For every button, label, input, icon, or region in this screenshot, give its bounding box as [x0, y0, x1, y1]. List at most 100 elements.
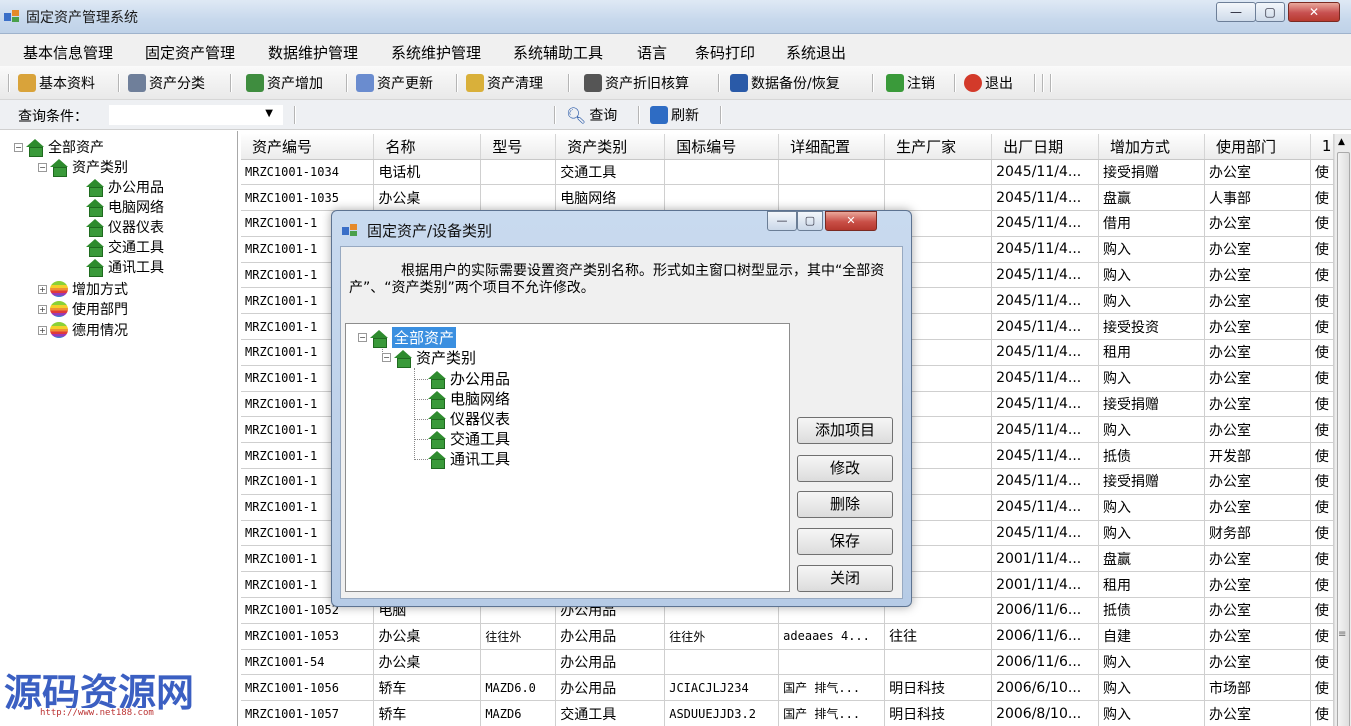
dialog-tree-item[interactable]: 通讯工具: [428, 448, 510, 469]
tree-node-telecom[interactable]: 通讯工具: [86, 257, 164, 277]
collapse-icon[interactable]: −: [38, 162, 47, 172]
tree-node-instruments[interactable]: 仪器仪表: [86, 217, 164, 237]
save-button[interactable]: 保存: [797, 528, 893, 555]
table-cell: 财务部: [1204, 520, 1311, 547]
toolbar-depreciation-label: 资产折旧核算: [605, 76, 689, 92]
close-dialog-button[interactable]: 关闭: [797, 565, 893, 592]
table-cell: 办公室: [1204, 391, 1311, 418]
column-header[interactable]: 国标编号: [664, 134, 780, 160]
query-condition-combo[interactable]: ▼: [108, 104, 284, 126]
column-header[interactable]: 详细配置: [778, 134, 886, 160]
tree-node-category[interactable]: − 资产类别: [38, 157, 128, 177]
column-header[interactable]: 型号: [480, 134, 557, 160]
house-icon: [428, 390, 446, 409]
table-cell: 盘赢: [1098, 545, 1205, 573]
toolbar-asset-add-button[interactable]: 资产增加: [246, 72, 323, 94]
menu-system-tools[interactable]: 系统辅助工具: [513, 42, 603, 63]
table-cell: 使: [1310, 416, 1334, 444]
toolbar-asset-clear-button[interactable]: 资产清理: [466, 72, 543, 94]
scroll-up-icon[interactable]: ▲: [1338, 137, 1345, 147]
tree-node-label: 电脑网络: [108, 200, 164, 216]
people-icon: [18, 74, 36, 92]
dialog-tree-item[interactable]: 仪器仪表: [428, 408, 510, 429]
menu-language[interactable]: 语言: [637, 42, 667, 63]
column-header[interactable]: 资产编号: [241, 134, 375, 160]
column-header[interactable]: 1: [1310, 134, 1334, 160]
menu-data-maint[interactable]: 数据维护管理: [268, 42, 358, 63]
collapse-icon[interactable]: −: [382, 353, 391, 362]
house-icon: [428, 370, 446, 389]
toolbar-asset-category-label: 资产分类: [149, 76, 205, 92]
maximize-button[interactable]: ▢: [1255, 2, 1285, 22]
table-cell: 办公室: [1204, 339, 1311, 366]
search-button[interactable]: 🔍︎ 查询: [566, 105, 617, 125]
table-row[interactable]: MRZC1001-1056 轿车 MAZD6.0 办公用品 JCIACJLJ234 国产 …: [241, 674, 1334, 702]
menu-barcode-print[interactable]: 条码打印: [695, 42, 755, 63]
table-cell: 接受投资: [1098, 313, 1205, 341]
toolbar-exit-button[interactable]: 退出: [964, 72, 1013, 94]
dialog-minimize-button[interactable]: —: [767, 211, 797, 231]
tree-node-add-method[interactable]: + 增加方式: [38, 279, 128, 299]
dialog-category-tree[interactable]: − 全部资产 − 资产类别 办公用品 电脑网络 仪器仪表 交通工具 通讯工具: [345, 323, 790, 592]
column-header[interactable]: 资产类别: [555, 134, 666, 160]
dialog-tree-root[interactable]: − 全部资产: [358, 327, 457, 348]
tree-node-computer-network[interactable]: 电脑网络: [86, 197, 164, 217]
column-header[interactable]: 出厂日期: [991, 134, 1100, 160]
table-row[interactable]: MRZC1001-1057 轿车 MAZD6 交通工具 ASDUUEJJD3.2 国产 排…: [241, 700, 1334, 726]
table-cell: 电话机: [373, 159, 482, 186]
expand-icon[interactable]: +: [38, 284, 47, 294]
tree-node-root[interactable]: − 全部资产: [14, 137, 104, 157]
toolbar-asset-update-button[interactable]: 资产更新: [356, 72, 433, 94]
modify-button[interactable]: 修改: [797, 455, 893, 482]
minimize-button[interactable]: —: [1216, 2, 1256, 22]
table-cell: MRZC1001-54: [241, 649, 375, 676]
dialog-tree-item[interactable]: 电脑网络: [428, 388, 510, 409]
toolbar-separator: [954, 74, 956, 92]
table-cell: 使: [1310, 365, 1334, 392]
dialog-tree-item[interactable]: 交通工具: [428, 428, 510, 449]
refresh-button[interactable]: 刷新: [650, 105, 699, 125]
column-header[interactable]: 增加方式: [1098, 134, 1205, 160]
gear-icon: [128, 74, 146, 92]
toolbar-depreciation-button[interactable]: 资产折旧核算: [584, 72, 689, 94]
dialog-close-button[interactable]: ✕: [825, 211, 877, 231]
dialog-tree-category[interactable]: − 资产类别: [382, 347, 476, 368]
close-button[interactable]: ✕: [1288, 2, 1340, 22]
table-row[interactable]: MRZC1001-1035 办公桌 电脑网络 2045/11/4... 盘赢 人事部使: [241, 184, 1334, 212]
table-cell: 购入: [1098, 520, 1205, 547]
table-row[interactable]: MRZC1001-1053 办公桌 往往外 办公用品 往往外 adeaaes 4... 往往…: [241, 623, 1334, 650]
column-header[interactable]: 名称: [373, 134, 482, 160]
toolbar-asset-category-button[interactable]: 资产分类: [128, 72, 205, 94]
column-header[interactable]: 使用部门: [1204, 134, 1311, 160]
toolbar-logout-button[interactable]: 注销: [886, 72, 935, 94]
dialog-tree-item[interactable]: 办公用品: [428, 368, 510, 389]
table-cell: 使: [1310, 597, 1334, 624]
menu-basic-info[interactable]: 基本信息管理: [23, 42, 113, 63]
delete-button[interactable]: 删除: [797, 491, 893, 518]
expand-icon[interactable]: +: [38, 304, 47, 314]
menu-asset-mgmt[interactable]: 固定资产管理: [145, 42, 235, 63]
table-cell: 接受捐赠: [1098, 391, 1205, 418]
tree-node-office-supplies[interactable]: 办公用品: [86, 177, 164, 197]
table-cell: JCIACJLJ234: [664, 674, 780, 702]
dialog-maximize-button[interactable]: ▢: [797, 211, 823, 231]
collapse-icon[interactable]: −: [14, 142, 23, 152]
grid-vertical-scrollbar[interactable]: ▲ ≡: [1334, 134, 1351, 726]
tree-connector: [414, 459, 428, 460]
menu-system-maint[interactable]: 系统维护管理: [391, 42, 481, 63]
tree-node-usage-status[interactable]: + 德用情况: [38, 320, 128, 340]
column-header[interactable]: 生产厂家: [884, 134, 993, 160]
toolbar-backup-button[interactable]: 数据备份/恢复: [730, 72, 840, 94]
table-cell: 2045/11/4...: [991, 159, 1100, 186]
add-item-button[interactable]: 添加项目: [797, 417, 893, 444]
expand-icon[interactable]: +: [38, 325, 47, 335]
collapse-icon[interactable]: −: [358, 333, 367, 342]
menu-system-exit[interactable]: 系统退出: [786, 42, 846, 63]
table-row[interactable]: MRZC1001-54 办公桌 办公用品 2006/11/6... 购入 办公室使: [241, 649, 1334, 676]
query-separator: [720, 106, 722, 124]
table-row[interactable]: MRZC1001-1034 电话机 交通工具 2045/11/4... 接受捐赠 办公室使: [241, 159, 1334, 186]
tree-node-transport[interactable]: 交通工具: [86, 237, 164, 257]
toolbar-separator: [568, 74, 570, 92]
toolbar-basic-data-button[interactable]: 基本资料: [18, 72, 95, 94]
tree-node-department[interactable]: + 使用部門: [38, 299, 128, 319]
